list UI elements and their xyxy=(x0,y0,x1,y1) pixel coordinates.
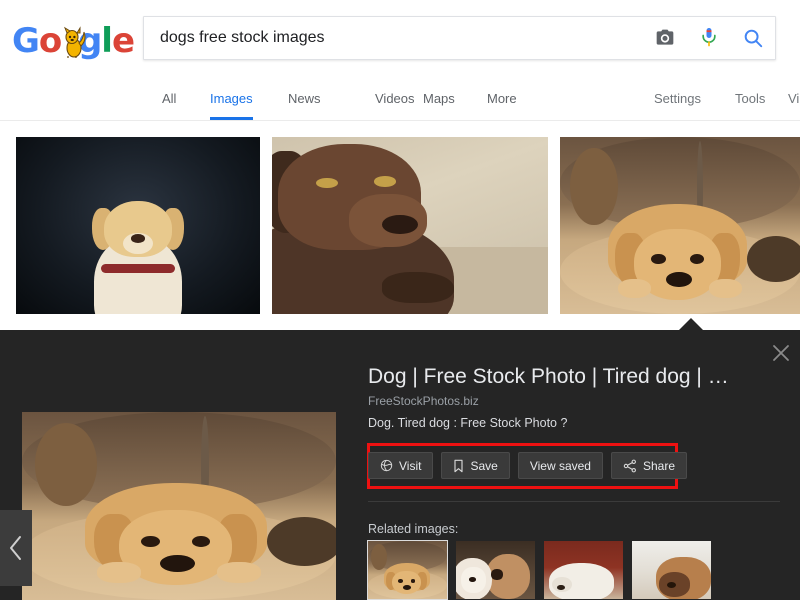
tab-maps[interactable]: Maps xyxy=(423,76,455,120)
globe-icon xyxy=(380,459,393,472)
logo-letter-l: l xyxy=(101,21,113,61)
tools-label: Tools xyxy=(735,90,766,106)
logo-letter-o: o xyxy=(38,21,62,61)
view-saved-label: Vi xyxy=(788,90,800,106)
image-result-2[interactable] xyxy=(272,137,548,314)
action-buttons-row: Visit Save View saved Share xyxy=(368,452,687,479)
related-images-strip xyxy=(367,540,711,600)
share-button[interactable]: Share xyxy=(610,452,687,479)
preview-image-photo xyxy=(22,412,336,600)
image-result-1[interactable] xyxy=(16,137,260,314)
search-icon[interactable] xyxy=(731,16,775,60)
settings-button[interactable]: Settings xyxy=(654,76,701,120)
image-result-3[interactable] xyxy=(560,137,800,314)
tab-more[interactable]: More xyxy=(487,76,517,120)
image-results-strip xyxy=(0,121,800,330)
selected-image-pointer xyxy=(678,318,704,331)
related-image-1-photo xyxy=(368,541,447,599)
page-header: G o g l e xyxy=(0,0,800,76)
google-doodle-logo[interactable]: G o g l e xyxy=(12,18,135,61)
search-nav-tabs: All Images News Videos Maps More Setting… xyxy=(0,76,800,121)
related-image-1[interactable] xyxy=(367,540,448,600)
tab-images[interactable]: Images xyxy=(210,76,253,120)
camera-search-icon[interactable] xyxy=(643,16,687,60)
view-saved-button[interactable]: View saved xyxy=(517,452,603,479)
tab-more-label: More xyxy=(487,90,517,106)
tab-maps-label: Maps xyxy=(423,90,455,106)
section-divider xyxy=(368,501,780,502)
preview-image[interactable] xyxy=(22,412,336,600)
view-saved-label: View saved xyxy=(529,458,591,473)
image-result-1-photo xyxy=(16,137,260,314)
share-label: Share xyxy=(642,458,675,473)
result-snippet: Dog. Tired dog : Free Stock Photo ? xyxy=(368,416,568,430)
tab-all-label: All xyxy=(162,90,177,106)
doodle-dog-icon xyxy=(61,24,86,58)
logo-letter-e: e xyxy=(111,21,135,61)
tab-news[interactable]: News xyxy=(288,76,321,120)
related-image-3[interactable] xyxy=(544,541,623,599)
visit-button[interactable]: Visit xyxy=(368,452,434,479)
logo-letter-g-upper: G xyxy=(12,21,40,61)
image-result-3-photo xyxy=(560,137,800,314)
microphone-icon[interactable] xyxy=(687,16,731,60)
search-box[interactable] xyxy=(143,16,776,60)
save-label: Save xyxy=(470,458,498,473)
image-result-2-photo xyxy=(272,137,548,314)
view-saved-button-truncated[interactable]: Vi xyxy=(788,76,799,120)
related-image-2[interactable] xyxy=(456,541,535,599)
related-image-4[interactable] xyxy=(632,541,711,599)
chevron-left-icon[interactable] xyxy=(0,510,32,586)
tab-all[interactable]: All xyxy=(162,76,176,120)
related-image-4-photo xyxy=(632,541,711,599)
share-icon xyxy=(623,459,637,473)
tab-news-label: News xyxy=(288,90,321,106)
tab-videos[interactable]: Videos xyxy=(375,76,415,120)
result-domain: FreeStockPhotos.biz xyxy=(368,394,479,408)
related-image-2-photo xyxy=(456,541,535,599)
result-title[interactable]: Dog | Free Stock Photo | Tired dog | … xyxy=(368,364,780,390)
tab-images-label: Images xyxy=(210,90,253,106)
visit-label: Visit xyxy=(399,458,422,473)
search-input[interactable] xyxy=(144,17,643,59)
tab-videos-label: Videos xyxy=(375,90,415,106)
save-button[interactable]: Save xyxy=(441,452,510,479)
tools-button[interactable]: Tools xyxy=(735,76,765,120)
related-images-label: Related images: xyxy=(368,522,459,536)
result-info: Dog | Free Stock Photo | Tired dog | … F… xyxy=(368,364,780,431)
bookmark-icon xyxy=(453,459,464,473)
close-icon[interactable] xyxy=(764,336,798,370)
related-image-3-photo xyxy=(544,541,623,599)
settings-label: Settings xyxy=(654,90,701,106)
